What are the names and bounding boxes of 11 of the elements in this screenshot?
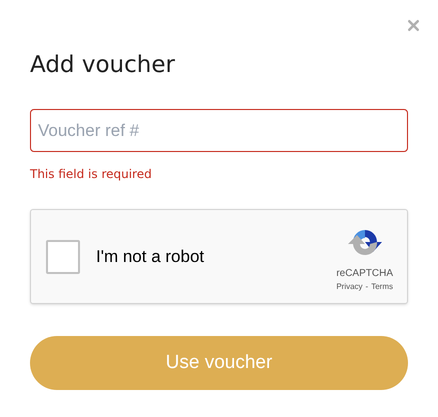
terms-link[interactable]: Terms: [371, 281, 393, 293]
link-separator: -: [366, 281, 368, 293]
recaptcha-brand: reCAPTCHA: [336, 267, 393, 281]
captcha-label: I'm not a robot: [96, 246, 204, 268]
close-icon: [405, 17, 422, 34]
captcha-checkbox[interactable]: [46, 240, 80, 274]
voucher-input-field[interactable]: Voucher ref #: [30, 109, 408, 152]
privacy-link[interactable]: Privacy: [336, 281, 363, 293]
dialog-title: Add voucher: [30, 51, 175, 80]
close-button[interactable]: [405, 17, 422, 34]
error-message: This field is required: [30, 166, 152, 183]
